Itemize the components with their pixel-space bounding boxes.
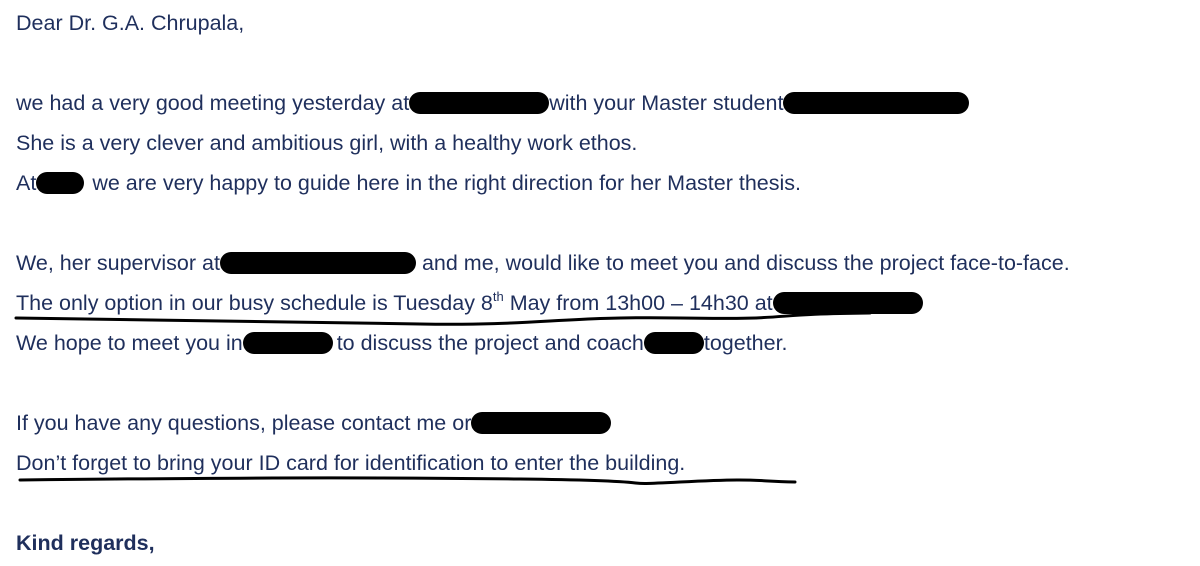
pen-underlines [14, 311, 872, 486]
pen-underline-meeting-time [14, 311, 872, 326]
pen-underline-id-card [18, 476, 797, 486]
